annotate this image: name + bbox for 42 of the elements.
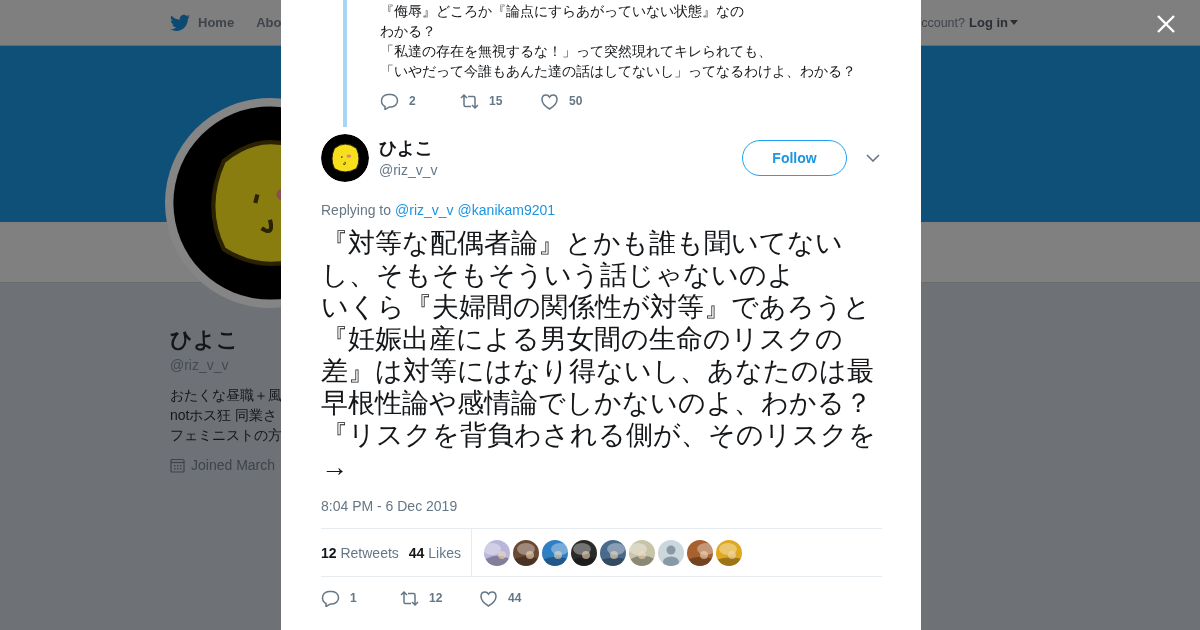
retweet-icon xyxy=(400,589,419,607)
tweet-timestamp: 8:04 PM - 6 Dec 2019 xyxy=(321,497,459,516)
retweet-count[interactable]: 12 Retweets xyxy=(321,544,399,561)
calendar-icon xyxy=(170,457,185,473)
bird-icon xyxy=(170,13,190,32)
like-count[interactable]: 44 Likes xyxy=(408,544,461,561)
tweet-text: 『妊娠出産による男女間の生命のリスクの差』は対等にはなり得ないし、あなたのは最早根性論や感情論でしかないのよ、わかる？ xyxy=(321,323,875,419)
bio-line: フェミニストの方 xyxy=(170,426,282,445)
account-prompt: ccount? xyxy=(921,15,965,30)
login-link[interactable]: Log in xyxy=(969,15,1018,30)
reply-button[interactable]: 1 xyxy=(321,589,400,607)
mention-link[interactable]: @kanikam9201 xyxy=(457,200,556,220)
bio-line: おたくな昼職＋風 xyxy=(170,386,282,405)
tweet-text-line: 『侮辱』どころか『論点にすらあがっていない状態』なの xyxy=(380,2,745,21)
bio-line: notホス狂 同業さ xyxy=(170,406,278,425)
tweet-text: いくら『夫婦間の関係性が対等』であろうと xyxy=(321,291,872,323)
reply-icon xyxy=(380,92,399,110)
tweet-text-line: わかる？ xyxy=(380,22,437,41)
mention-link[interactable]: @riz_v_v xyxy=(395,200,454,220)
caret-icon xyxy=(1010,20,1018,25)
tweet-text: 『対等な配偶者論』とかも誰も聞いてないし、そもそもそういう話じゃないのよ xyxy=(321,227,844,291)
nav-link[interactable]: Home xyxy=(170,13,235,32)
tweet-text-line: 「私達の存在を無視するな！」って突然現れてキレられても、 xyxy=(380,42,773,61)
follow-button[interactable]: Follow xyxy=(742,140,847,176)
heart-icon xyxy=(540,92,559,110)
chevron-icon[interactable] xyxy=(866,154,880,162)
author-name: ひよこ xyxy=(379,137,434,160)
close-icon[interactable] xyxy=(1156,14,1176,34)
reply-button[interactable]: 2 xyxy=(380,92,460,110)
nav-link[interactable]: Abo xyxy=(256,15,282,30)
like-button[interactable]: 44 xyxy=(479,589,558,607)
reply-icon xyxy=(321,589,340,607)
tweet-text: 『リスクを背負わされる側が、そのリスクを→ xyxy=(321,419,877,483)
retweet-icon xyxy=(460,92,479,110)
heart-icon xyxy=(479,589,498,607)
retweet-button[interactable]: 15 xyxy=(460,92,540,110)
tweet-text-line: 「いやだって今誰もあんた達の話はしてないし」ってなるわけよ、わかる？ xyxy=(380,62,857,81)
like-button[interactable]: 50 xyxy=(540,92,620,110)
author-handle: @riz_v_v xyxy=(379,161,439,180)
profile-name: ひよこ xyxy=(170,327,239,353)
retweet-button[interactable]: 12 xyxy=(400,589,479,607)
replying-label: Replying to xyxy=(321,201,392,220)
